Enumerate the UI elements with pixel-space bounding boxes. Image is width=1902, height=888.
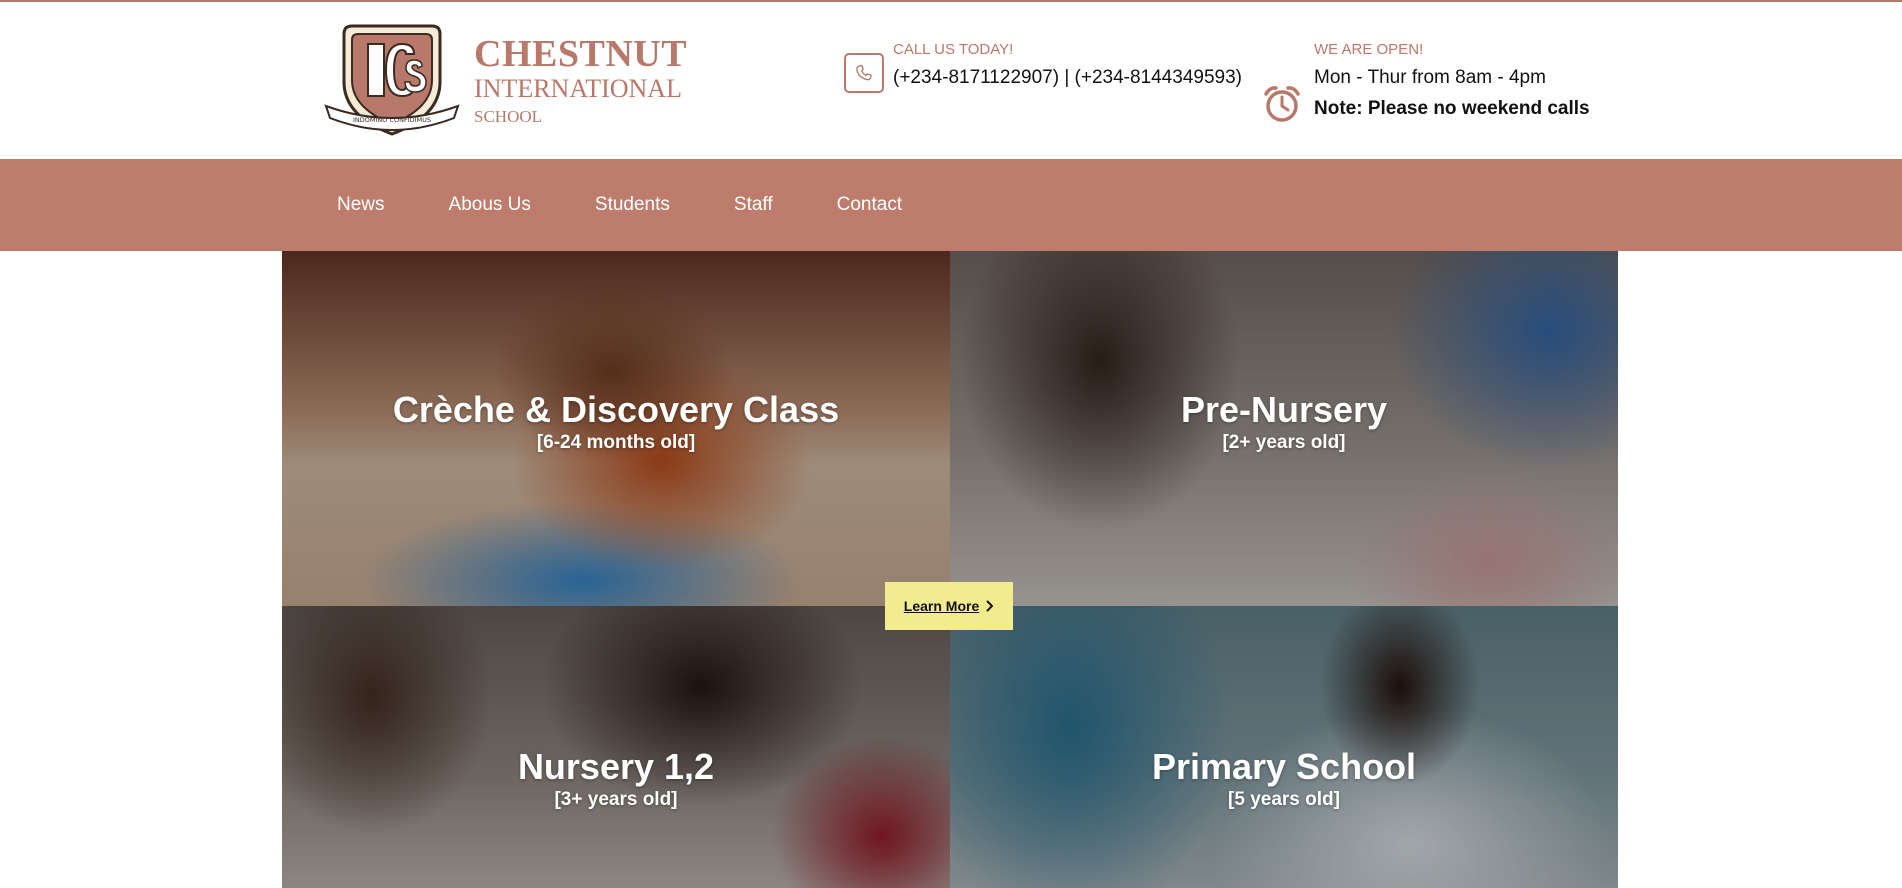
main-nav: News Abous Us Students Staff Contact — [0, 159, 1902, 251]
brand-line-1: CHESTNUT — [474, 33, 688, 75]
alarm-clock-icon — [1264, 86, 1300, 122]
nav-item-staff[interactable]: Staff — [734, 194, 773, 216]
phone-numbers[interactable]: (+234-8171122907) | (+234-8144349593) — [893, 67, 1242, 89]
chevron-right-icon — [986, 600, 994, 612]
class-tile-creche[interactable]: Crèche & Discovery Class [6-24 months ol… — [282, 251, 950, 606]
class-age: [3+ years old] — [554, 789, 678, 810]
class-age: [6-24 months old] — [536, 432, 696, 453]
opening-hours: Mon - Thur from 8am - 4pm — [1314, 67, 1546, 88]
class-title: Crèche & Discovery Class — [392, 389, 840, 430]
crest-motto: INDOMINO CONFIDIMUS — [353, 116, 431, 124]
site-header: INDOMINO CONFIDIMUS CHESTNUT INTERNATION… — [0, 2, 1902, 159]
learn-more-button[interactable]: Learn More — [885, 582, 1013, 630]
class-tile-primary[interactable]: Primary School [5 years old] — [950, 606, 1618, 888]
nav-item-contact[interactable]: Contact — [837, 194, 902, 216]
brand-line-3: SCHOOL — [474, 107, 543, 126]
open-label: WE ARE OPEN! — [1314, 41, 1424, 58]
class-title: Pre-Nursery — [1180, 389, 1388, 430]
tile-caption: Crèche & Discovery Class [6-24 months ol… — [282, 390, 950, 456]
tile-caption: Nursery 1,2 [3+ years old] — [282, 747, 950, 813]
class-tile-pre-nursery[interactable]: Pre-Nursery [2+ years old] — [950, 251, 1618, 606]
class-title: Primary School — [1151, 746, 1417, 787]
class-age: [2+ years old] — [1222, 432, 1346, 453]
class-title: Nursery 1,2 — [517, 746, 715, 787]
call-label: CALL US TODAY! — [893, 41, 1014, 58]
class-age: [5 years old] — [1228, 789, 1340, 810]
learn-more-label: Learn More — [903, 598, 980, 614]
tile-caption: Primary School [5 years old] — [950, 747, 1618, 813]
school-crest-logo: INDOMINO CONFIDIMUS — [324, 24, 460, 136]
site-logo[interactable]: INDOMINO CONFIDIMUS CHESTNUT INTERNATION… — [322, 20, 702, 140]
class-tile-nursery[interactable]: Nursery 1,2 [3+ years old] — [282, 606, 950, 888]
brand-name: CHESTNUT INTERNATIONAL SCHOOL — [474, 34, 687, 130]
phone-icon — [844, 53, 884, 93]
nav-item-about-us[interactable]: Abous Us — [449, 194, 531, 216]
nav-list: News Abous Us Students Staff Contact — [337, 159, 966, 251]
nav-item-news[interactable]: News — [337, 194, 385, 216]
tile-caption: Pre-Nursery [2+ years old] — [950, 390, 1618, 456]
nav-item-students[interactable]: Students — [595, 194, 670, 216]
brand-line-2: INTERNATIONAL — [474, 74, 682, 103]
weekend-note: Note: Please no weekend calls — [1314, 98, 1590, 119]
